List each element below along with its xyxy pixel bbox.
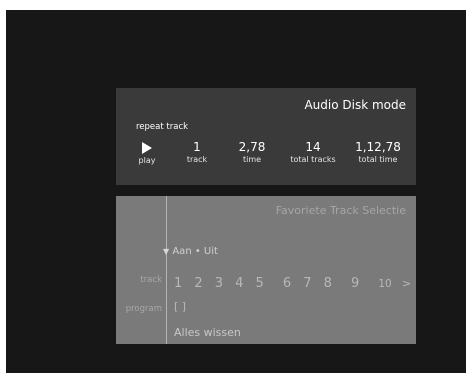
selection-title: Favoriete Track Selectie <box>275 204 406 217</box>
tv-screen: Audio Disk mode repeat track play 1 trac… <box>6 10 466 373</box>
next-page-arrow-icon[interactable]: > <box>402 277 411 290</box>
time-stat: 2,78 time <box>232 140 272 165</box>
total-time-value: 1,12,78 <box>355 140 401 154</box>
total-tracks-stat: 14 total tracks <box>280 140 346 165</box>
total-time-stat: 1,12,78 total time <box>350 140 406 165</box>
time-value: 2,78 <box>238 140 266 154</box>
track-row-label: track <box>140 275 162 285</box>
track-number-2[interactable]: 2 <box>194 276 202 291</box>
play-label: play <box>138 156 156 165</box>
total-tracks-label: total tracks <box>290 155 336 164</box>
track-number-8[interactable]: 8 <box>324 276 332 291</box>
track-number-5[interactable]: 5 <box>256 276 264 291</box>
program-row-label: program <box>125 304 162 314</box>
column-divider <box>166 196 167 344</box>
play-icon <box>142 142 152 154</box>
repeat-mode-label: repeat track <box>136 122 189 132</box>
total-tracks-value: 14 <box>305 140 321 154</box>
track-label: track <box>186 155 208 164</box>
track-stat: 1 track <box>182 140 212 165</box>
clear-all-button[interactable]: Alles wissen <box>174 326 241 339</box>
track-number-1[interactable]: 1 <box>174 276 182 291</box>
triangle-down-icon: ▼ <box>163 247 170 256</box>
track-number-6[interactable]: 6 <box>283 276 291 291</box>
time-label: time <box>242 155 262 164</box>
favorite-track-selection-panel: Favoriete Track Selectie ▼ Aan • Uit tra… <box>116 196 416 344</box>
program-slot[interactable]: [ ] <box>174 300 186 313</box>
track-number-4[interactable]: 4 <box>235 276 243 291</box>
on-off-label: Aan • Uit <box>172 246 218 257</box>
track-number-3[interactable]: 3 <box>215 276 223 291</box>
mode-title: Audio Disk mode <box>304 98 406 112</box>
track-number-9[interactable]: 9 <box>351 276 359 291</box>
track-number-10[interactable]: 10 <box>378 278 391 290</box>
track-list: 1 2 3 4 5 6 7 8 9 10 > <box>174 272 411 291</box>
track-number-7[interactable]: 7 <box>303 276 311 291</box>
track-value: 1 <box>193 140 201 154</box>
total-time-label: total time <box>358 155 398 164</box>
disk-status-panel: Audio Disk mode repeat track play 1 trac… <box>116 88 416 185</box>
play-status[interactable]: play <box>132 140 162 166</box>
on-off-toggle[interactable]: ▼ Aan • Uit <box>163 246 218 257</box>
